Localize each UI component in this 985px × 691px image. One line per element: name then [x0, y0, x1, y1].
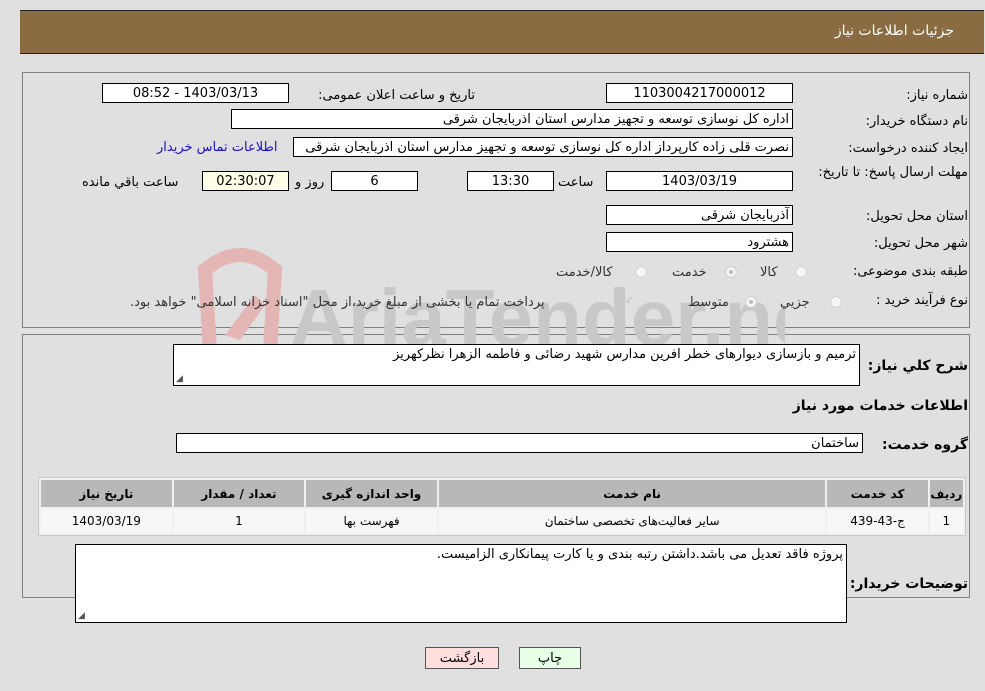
need-number-label: شماره نیاز: — [906, 88, 968, 103]
purchase-radio-medium[interactable] — [745, 296, 757, 308]
buyer-notes-textarea[interactable]: پروژه فاقد تعدیل می باشد.داشتن رتبه بندی… — [75, 544, 847, 623]
resize-grip-icon[interactable]: ◢ — [176, 374, 183, 384]
page-title: جزئیات اطلاعات نیاز — [834, 23, 954, 39]
page-header: جزئیات اطلاعات نیاز — [20, 10, 984, 54]
days-remaining-field: 6 — [331, 171, 418, 191]
city-label: شهر محل تحویل: — [873, 236, 968, 251]
service-group-label: گروه خدمت: — [882, 437, 968, 453]
city-field: هشترود — [606, 232, 793, 252]
treasury-checkbox[interactable]: ✓ — [623, 295, 634, 306]
back-button[interactable]: بازگشت — [425, 647, 499, 669]
category-label: طبقه بندی موضوعی: — [852, 264, 968, 279]
services-table: رديف کد خدمت نام خدمت واحد اندازه گیری ت… — [38, 477, 966, 536]
deadline-time-field: 13:30 — [467, 171, 554, 191]
purchase-radio-minor[interactable] — [830, 296, 842, 308]
cell-unit: فهرست بها — [306, 509, 437, 533]
general-desc-label: شرح کلي نياز: — [867, 358, 968, 374]
category-radio-goods[interactable] — [795, 266, 807, 278]
buyer-org-field: اداره کل نوسازی توسعه و تجهیز مدارس استا… — [231, 109, 793, 129]
cell-service-code: ج-43-439 — [827, 509, 928, 533]
purchase-option-medium: متوسط — [688, 295, 729, 310]
table-row: 1 ج-43-439 سایر فعالیت‌های تخصصی ساختمان… — [41, 509, 963, 533]
print-button[interactable]: چاپ — [519, 647, 581, 669]
announce-datetime-label: تاریخ و ساعت اعلان عمومی: — [318, 88, 475, 103]
purchase-option-minor: جزيي — [780, 295, 810, 310]
category-option-service: خدمت — [672, 265, 707, 280]
purchase-type-label: نوع فرآیند خرید : — [876, 293, 968, 308]
deadline-time-label: ساعت — [558, 175, 594, 190]
category-radio-service[interactable] — [725, 266, 737, 278]
cell-row-number: 1 — [929, 509, 963, 533]
time-remaining-label: ساعت باقي مانده — [82, 175, 179, 190]
time-remaining-field: 02:30:07 — [202, 171, 289, 191]
province-field: آذربایجان شرقی — [606, 205, 793, 225]
deadline-date-field: 1403/03/19 — [606, 171, 793, 191]
requester-label: ایجاد کننده درخواست: — [848, 141, 968, 156]
buyer-notes-label: توضیحات خریدار: — [849, 576, 968, 592]
col-need-date: تاریخ نیاز — [41, 480, 172, 507]
cell-need-date: 1403/03/19 — [41, 509, 172, 533]
category-option-goods-service: کالا/خدمت — [556, 265, 613, 280]
resize-grip-icon[interactable]: ◢ — [78, 611, 85, 621]
category-option-goods: کالا — [760, 265, 778, 280]
treasury-note: پرداخت تمام یا بخشی از مبلغ خرید،از محل … — [130, 295, 545, 310]
cell-quantity: 1 — [173, 509, 305, 533]
days-label: روز و — [295, 175, 325, 190]
col-quantity: تعداد / مقدار — [173, 480, 305, 507]
service-group-field: ساختمان — [176, 433, 863, 453]
general-desc-textarea[interactable]: ترمیم و بازسازی دیوارهای خطر افرین مدارس… — [173, 344, 860, 386]
buyer-contact-link[interactable]: اطلاعات تماس خریدار — [157, 140, 277, 155]
col-row-number: رديف — [929, 480, 963, 507]
general-desc-text: ترمیم و بازسازی دیوارهای خطر افرین مدارس… — [393, 347, 856, 362]
cell-service-name: سایر فعالیت‌های تخصصی ساختمان — [438, 509, 826, 533]
requester-field: نصرت قلی زاده کارپرداز اداره کل نوسازی ت… — [293, 137, 793, 157]
col-unit: واحد اندازه گیری — [306, 480, 437, 507]
col-service-name: نام خدمت — [438, 480, 826, 507]
col-service-code: کد خدمت — [827, 480, 928, 507]
announce-datetime-field: 1403/03/13 - 08:52 — [102, 83, 289, 103]
buyer-notes-text: پروژه فاقد تعدیل می باشد.داشتن رتبه بندی… — [436, 547, 843, 562]
province-label: استان محل تحویل: — [866, 209, 968, 224]
need-number-field: 1103004217000012 — [606, 83, 793, 103]
category-radio-goods-service[interactable] — [635, 266, 647, 278]
deadline-label: مهلت ارسال پاسخ: تا تاریخ: — [818, 165, 968, 180]
services-heading: اطلاعات خدمات مورد نياز — [792, 398, 968, 414]
table-header-row: رديف کد خدمت نام خدمت واحد اندازه گیری ت… — [41, 480, 963, 507]
buyer-org-label: نام دستگاه خریدار: — [865, 114, 968, 129]
